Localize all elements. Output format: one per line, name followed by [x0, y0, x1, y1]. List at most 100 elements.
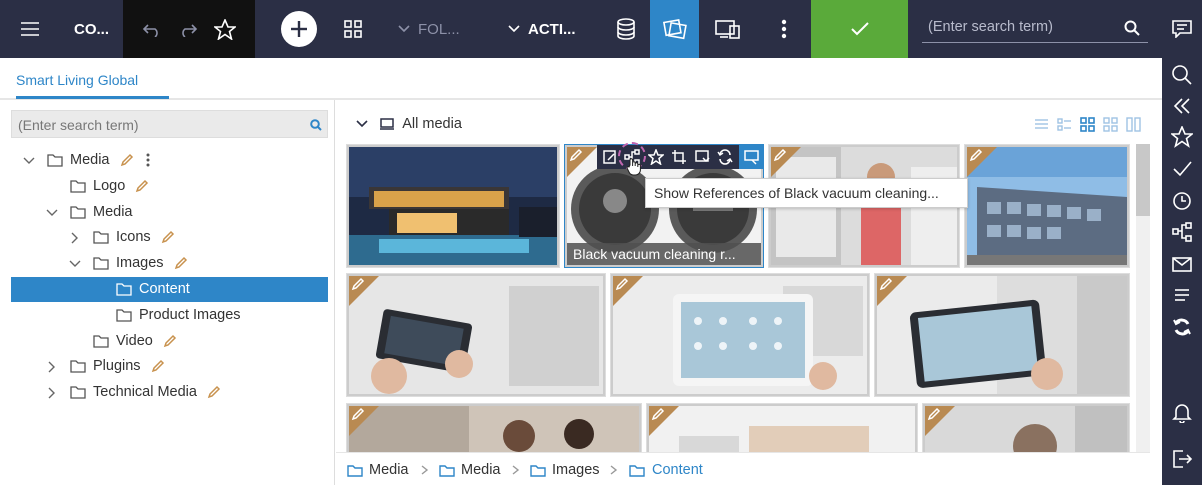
chevron-down-icon[interactable] — [23, 155, 35, 167]
chevron-right-icon[interactable] — [46, 387, 58, 399]
couple-thumbnail — [349, 406, 639, 452]
add-button[interactable] — [279, 0, 319, 58]
rail-sync-button[interactable] — [1171, 316, 1193, 338]
tile-download-button[interactable] — [694, 149, 710, 165]
media-view-button[interactable] — [650, 0, 699, 58]
tile-edit-button[interactable] — [602, 149, 618, 165]
more-button[interactable] — [770, 0, 798, 58]
tree-item-label: Technical Media — [93, 384, 197, 401]
scrollbar-thumb[interactable] — [1136, 144, 1150, 216]
folder-icon — [70, 180, 86, 193]
devices-button[interactable] — [706, 0, 750, 58]
breadcrumb-item[interactable]: Media — [461, 462, 501, 478]
rail-list-button[interactable] — [1171, 284, 1193, 306]
chevron-right-icon[interactable] — [46, 361, 58, 373]
media-scrollbar[interactable] — [1136, 144, 1150, 452]
tablet-livingroom-thumbnail — [613, 276, 867, 394]
confirm-button[interactable] — [811, 0, 908, 58]
actions-menu[interactable]: ACTI... — [508, 0, 588, 58]
edit-icon[interactable] — [120, 153, 134, 167]
tile-caption: Black vacuum cleaning r... — [567, 243, 761, 265]
tile-crop-button[interactable] — [671, 149, 687, 165]
media-tile-tablet-livingroom[interactable] — [610, 273, 870, 397]
menu-button[interactable] — [0, 0, 60, 58]
hands-thumbnail — [649, 406, 915, 452]
breadcrumb-item[interactable]: Media — [369, 462, 409, 478]
tree-item-video[interactable]: Video — [11, 329, 328, 354]
folder-menu[interactable]: FOL... — [398, 0, 478, 58]
rail-favorites-button[interactable] — [1171, 126, 1193, 148]
tree-item-content[interactable]: Content — [11, 277, 328, 302]
breadcrumb-item[interactable]: Images — [552, 462, 600, 478]
edit-icon[interactable] — [174, 256, 188, 270]
media-tile-building[interactable] — [964, 144, 1130, 268]
edit-icon[interactable] — [569, 148, 583, 162]
tab-smart-living-global[interactable]: Smart Living Global — [16, 72, 138, 88]
comments-button[interactable] — [1162, 0, 1202, 58]
edit-icon[interactable] — [615, 277, 629, 291]
media-tile-couple[interactable] — [346, 403, 642, 452]
global-search-input[interactable]: (Enter search term) — [922, 13, 1148, 43]
edit-icon[interactable] — [151, 359, 165, 373]
tile-favorite-button[interactable] — [648, 149, 664, 165]
grid-view-icon[interactable] — [1103, 117, 1118, 132]
folder-icon — [347, 465, 363, 477]
chevron-down-icon[interactable] — [69, 258, 81, 270]
search-icon[interactable] — [310, 119, 322, 131]
chevron-down-icon[interactable] — [46, 207, 58, 219]
tile-preview-button[interactable] — [739, 145, 764, 169]
tree-item-product-images[interactable]: Product Images — [11, 303, 328, 328]
tree-item-logo[interactable]: Logo — [11, 174, 328, 199]
chevron-right-icon[interactable] — [69, 232, 81, 244]
breadcrumb-current[interactable]: Content — [652, 462, 703, 478]
edit-icon[interactable] — [879, 277, 893, 291]
detail-view-icon[interactable] — [1057, 117, 1072, 132]
rail-tasks-button[interactable] — [1171, 158, 1193, 180]
edit-icon[interactable] — [969, 148, 983, 162]
edit-icon[interactable] — [135, 179, 149, 193]
rail-notifications-button[interactable] — [1171, 401, 1193, 423]
rail-logout-button[interactable] — [1171, 448, 1193, 470]
tree-search-input[interactable]: (Enter search term) — [11, 110, 328, 138]
devices-icon — [715, 20, 740, 39]
star-icon — [1171, 126, 1193, 148]
rail-mail-button[interactable] — [1171, 253, 1193, 275]
rail-collapse-button[interactable] — [1171, 95, 1193, 117]
edit-icon[interactable] — [351, 277, 365, 291]
tile-view-icon[interactable] — [1080, 117, 1095, 132]
media-header[interactable]: All media — [356, 116, 462, 132]
tree-item-technical-media[interactable]: Technical Media — [11, 380, 328, 405]
edit-icon[interactable] — [207, 385, 221, 399]
media-tile-hands[interactable] — [646, 403, 918, 452]
media-tile-tablet-man[interactable] — [874, 273, 1130, 397]
favorites-button[interactable] — [210, 0, 240, 58]
undo-button[interactable] — [138, 0, 166, 58]
tree-item-icons[interactable]: Icons — [11, 225, 328, 250]
media-tile-man-portrait[interactable] — [922, 403, 1130, 452]
media-tile-tablet-kitchen[interactable] — [346, 273, 606, 397]
split-view-icon[interactable] — [1126, 117, 1141, 132]
redo-button[interactable] — [174, 0, 202, 58]
tile-refresh-button[interactable] — [717, 149, 733, 165]
list-view-icon[interactable] — [1034, 117, 1049, 132]
edit-icon[interactable] — [651, 407, 665, 421]
database-button[interactable] — [603, 0, 649, 58]
tree-item-media[interactable]: Media — [11, 148, 328, 173]
media-tile-house[interactable] — [346, 144, 560, 268]
edit-icon[interactable] — [773, 148, 787, 162]
rail-search-button[interactable] — [1171, 64, 1193, 86]
search-icon — [1172, 65, 1192, 85]
dashboard-button[interactable] — [338, 0, 368, 58]
edit-icon[interactable] — [163, 334, 177, 348]
app-title[interactable]: CO... — [60, 0, 123, 58]
edit-icon[interactable] — [161, 230, 175, 244]
rail-history-button[interactable] — [1171, 190, 1193, 212]
edit-icon[interactable] — [351, 407, 365, 421]
more-vertical-icon[interactable] — [146, 153, 150, 167]
search-icon[interactable] — [1124, 20, 1140, 36]
tree-item-plugins[interactable]: Plugins — [11, 354, 328, 379]
edit-icon[interactable] — [927, 407, 941, 421]
tree-item-media[interactable]: Media — [11, 200, 328, 225]
rail-references-button[interactable] — [1171, 221, 1193, 243]
tree-item-images[interactable]: Images — [11, 251, 328, 276]
